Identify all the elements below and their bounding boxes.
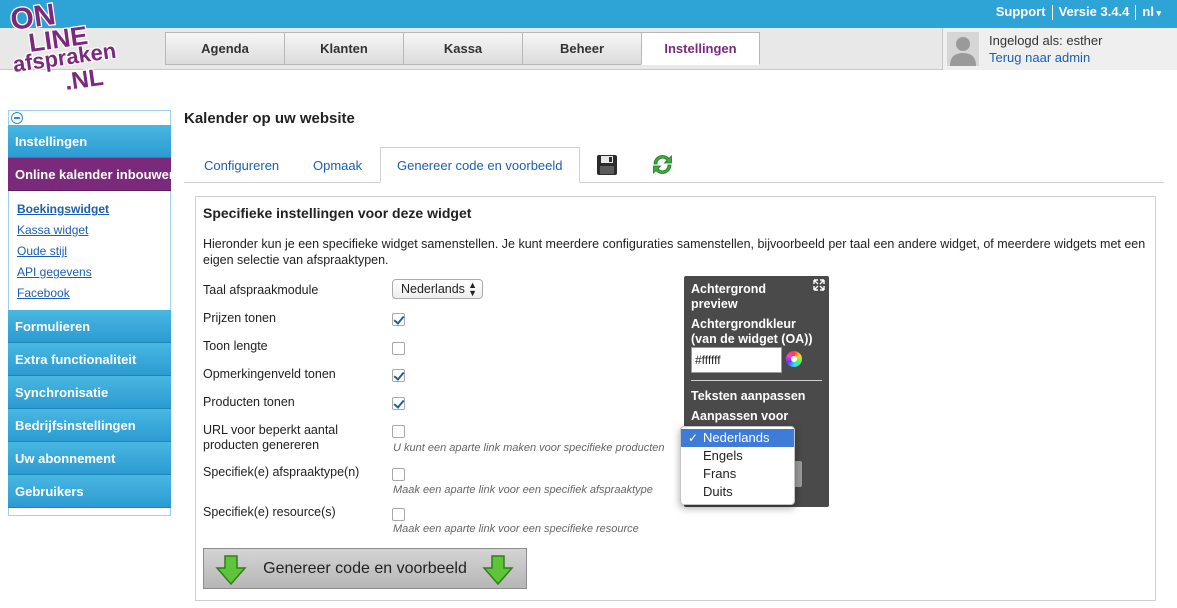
sidebar-item-formulieren[interactable]: Formulieren xyxy=(8,310,171,343)
language-select-value: Nederlands xyxy=(401,282,465,296)
option-label: Toon lengte xyxy=(203,339,268,353)
checkbox-opmerkingenveld[interactable] xyxy=(392,369,405,382)
language-label: Taal afspraakmodule xyxy=(203,283,319,297)
dropdown-option-nederlands[interactable]: Nederlands xyxy=(681,429,794,447)
page-title: Kalender op uw website xyxy=(184,110,355,127)
option-hint: U kunt een aparte link maken voor specif… xyxy=(393,442,665,454)
collapse-icon[interactable] xyxy=(11,112,23,124)
divider xyxy=(691,380,822,381)
sidebar-bottom xyxy=(8,508,171,516)
texts-heading: Teksten aanpassen xyxy=(691,389,806,403)
user-box: Ingelogd als: esther Terug naar admin xyxy=(942,28,1177,70)
checkbox-resource[interactable] xyxy=(392,508,405,521)
online-afspraken-logo[interactable]: ON LINE afspraken .NL xyxy=(8,2,133,92)
logo-text-4: .NL xyxy=(63,64,105,92)
sidebar-link-boekingswidget[interactable]: Boekingswidget xyxy=(17,199,170,220)
version-label: Versie 3.4.4 xyxy=(1053,5,1137,20)
checkbox-url-producten[interactable] xyxy=(392,425,405,438)
sidebar-item-gebruikers[interactable]: Gebruikers xyxy=(8,475,171,508)
language-switch[interactable]: nl xyxy=(1136,5,1167,20)
sidebar: Instellingen Online kalender inbouwen Bo… xyxy=(8,110,171,516)
dropdown-option-duits[interactable]: Duits xyxy=(681,483,794,501)
sidebar-link-oude-stijl[interactable]: Oude stijl xyxy=(17,241,170,262)
generate-button-label: Genereer code en voorbeeld xyxy=(263,559,467,577)
arrow-down-icon xyxy=(215,555,247,585)
main-nav-bar: Agenda Klanten Kassa Beheer Instellingen… xyxy=(0,28,1177,70)
sidebar-link-facebook[interactable]: Facebook xyxy=(17,283,170,304)
color-wheel-icon[interactable] xyxy=(786,351,802,367)
user-avatar-icon xyxy=(947,32,979,66)
language-select[interactable]: Nederlands ▲ ▼ xyxy=(392,279,483,299)
sidebar-link-api-gegevens[interactable]: API gegevens xyxy=(17,262,170,283)
subtab-configureren[interactable]: Configureren xyxy=(204,147,279,183)
sidebar-item-extra-functionaliteit[interactable]: Extra functionaliteit xyxy=(8,343,171,376)
option-label: Specifiek(e) afspraaktype(n) xyxy=(203,465,360,479)
tab-kassa[interactable]: Kassa xyxy=(403,32,522,65)
tab-instellingen[interactable]: Instellingen xyxy=(641,32,760,65)
preview-title: Achtergrond preview xyxy=(691,282,766,311)
option-label: Opmerkingenveld tonen xyxy=(203,367,336,381)
language-dropdown-menu: Nederlands Engels Frans Duits xyxy=(680,426,795,505)
sidebar-item-online-kalender[interactable]: Online kalender inbouwen xyxy=(8,158,171,191)
refresh-icon[interactable] xyxy=(650,152,675,177)
tab-agenda[interactable]: Agenda xyxy=(165,32,284,65)
panel-heading: Specifieke instellingen voor deze widget xyxy=(203,205,472,221)
sidebar-item-bedrijfsinstellingen[interactable]: Bedrijfsinstellingen xyxy=(8,409,171,442)
logged-in-label: Ingelogd als: esther xyxy=(989,33,1103,48)
customize-for-label: Aanpassen voor xyxy=(691,409,789,423)
checkbox-producten-tonen[interactable] xyxy=(392,397,405,410)
background-color-label: Achtergrondkleur (van de widget (OA)) xyxy=(691,317,813,346)
widget-settings-panel: Specifieke instellingen voor deze widget… xyxy=(195,196,1156,601)
checkbox-prijzen-tonen[interactable] xyxy=(392,313,405,326)
checkbox-toon-lengte[interactable] xyxy=(392,342,405,355)
checkbox-afspraaktype[interactable] xyxy=(392,468,405,481)
expand-icon[interactable] xyxy=(813,279,825,291)
subtab-opmaak[interactable]: Opmaak xyxy=(313,147,362,183)
sidebar-link-kassa-widget[interactable]: Kassa widget xyxy=(17,220,170,241)
sidebar-item-uw-abonnement[interactable]: Uw abonnement xyxy=(8,442,171,475)
main-tabs: Agenda Klanten Kassa Beheer Instellingen xyxy=(165,32,760,65)
generate-code-button[interactable]: Genereer code en voorbeeld xyxy=(203,548,527,589)
background-color-input[interactable]: #ffffff xyxy=(691,347,782,373)
tab-klanten[interactable]: Klanten xyxy=(284,32,403,65)
tab-beheer[interactable]: Beheer xyxy=(522,32,641,65)
subtab-genereer-code[interactable]: Genereer code en voorbeeld xyxy=(380,147,580,183)
option-label: URL voor beperkt aantal producten genere… xyxy=(203,423,339,452)
option-label: Specifiek(e) resource(s) xyxy=(203,505,336,519)
option-label: Prijzen tonen xyxy=(203,311,276,325)
top-bar: Support Versie 3.4.4 nl xyxy=(0,0,1177,28)
dropdown-option-frans[interactable]: Frans xyxy=(681,465,794,483)
arrow-down-icon xyxy=(482,555,514,585)
sidebar-submenu: Boekingswidget Kassa widget Oude stijl A… xyxy=(8,191,171,310)
sidebar-top xyxy=(8,110,171,125)
support-link[interactable]: Support xyxy=(990,5,1053,20)
save-icon[interactable] xyxy=(596,154,618,176)
option-label: Producten tonen xyxy=(203,395,295,409)
dropdown-option-engels[interactable]: Engels xyxy=(681,447,794,465)
option-hint: Maak een aparte link voor een specifieke… xyxy=(393,523,639,535)
top-links: Support Versie 3.4.4 nl xyxy=(990,5,1167,20)
option-hint: Maak een aparte link voor een specifiek … xyxy=(393,484,653,496)
select-arrows-icon: ▲ ▼ xyxy=(468,280,477,298)
panel-intro: Hieronder kun je een specifieke widget s… xyxy=(203,237,1146,267)
back-to-admin-link[interactable]: Terug naar admin xyxy=(989,50,1090,65)
sidebar-item-instellingen[interactable]: Instellingen xyxy=(8,125,171,158)
sidebar-item-synchronisatie[interactable]: Synchronisatie xyxy=(8,376,171,409)
